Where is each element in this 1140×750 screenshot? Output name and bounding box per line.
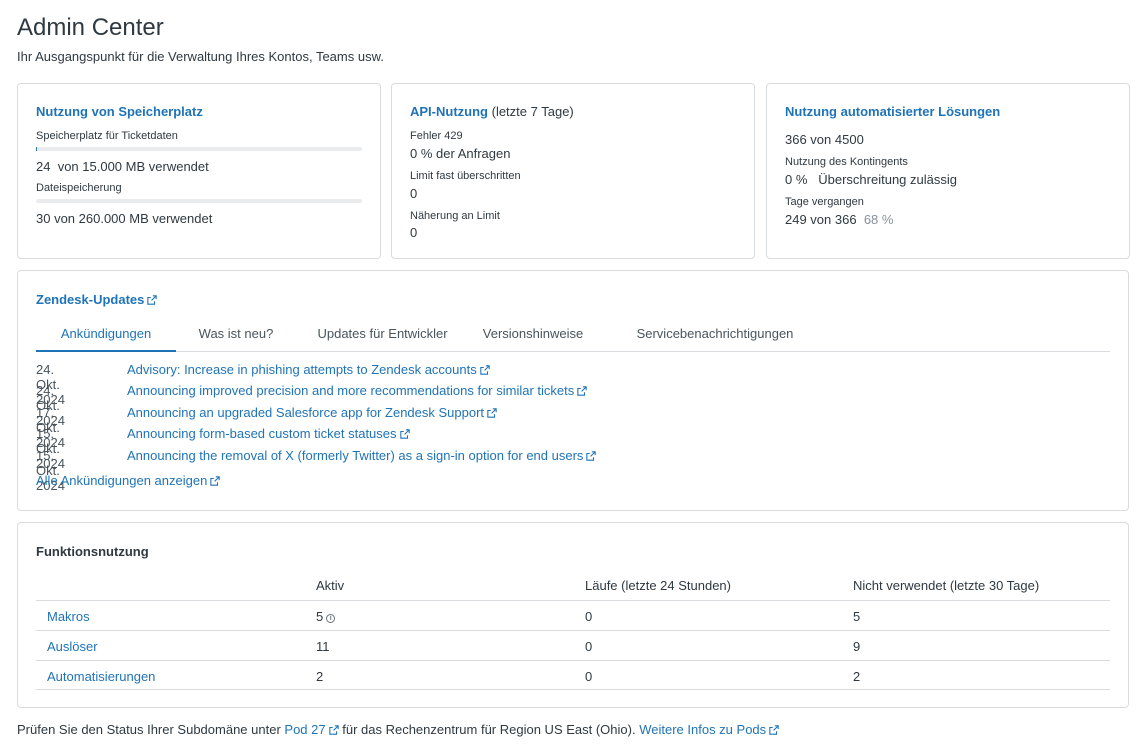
- feature-link-triggers[interactable]: Auslöser: [47, 639, 98, 654]
- table-row: Automatisierungen 2 0 2: [36, 660, 1110, 690]
- runs-count: 0: [585, 639, 593, 654]
- api-usage-period: (letzte 7 Tage): [491, 104, 574, 119]
- days-elapsed-count: 249 von 366: [785, 212, 857, 227]
- unused-count: 5: [853, 609, 861, 624]
- all-announcements-link[interactable]: Alle Ankündigungen anzeigen: [36, 473, 220, 488]
- external-link-icon: [329, 725, 339, 735]
- days-elapsed-value: 249 von 366 68 %: [785, 212, 893, 227]
- announcement-link[interactable]: Advisory: Increase in phishing attempts …: [127, 362, 490, 377]
- automation-count: 366 von 4500: [785, 132, 864, 147]
- unused-count: 2: [853, 669, 861, 684]
- announcement-title: Announcing improved precision and more r…: [127, 383, 575, 398]
- error-429-label: Fehler 429: [410, 130, 463, 142]
- ticket-storage-bar: [36, 147, 362, 151]
- near-limit-value: 0: [410, 225, 418, 240]
- tab-release-notes[interactable]: Versionshinweise: [473, 326, 593, 352]
- feature-link-automations[interactable]: Automatisierungen: [47, 669, 155, 684]
- ticket-storage-label: Speicherplatz für Ticketdaten: [36, 130, 178, 142]
- feature-link-macros[interactable]: Makros: [47, 609, 90, 624]
- ticket-storage-bar-fill: [36, 147, 37, 151]
- updates-tablist: Ankündigungen Was ist neu? Updates für E…: [36, 326, 1110, 352]
- near-limit-label: Näherung an Limit: [410, 210, 500, 222]
- announcement-link[interactable]: Announcing improved precision and more r…: [127, 383, 587, 398]
- announcement-link[interactable]: Announcing an upgraded Salesforce app fo…: [127, 405, 497, 420]
- tab-announcements[interactable]: Ankündigungen: [36, 326, 176, 352]
- quota-label: Nutzung des Kontingents: [785, 156, 908, 168]
- all-announcements-label: Alle Ankündigungen anzeigen: [36, 473, 208, 488]
- api-usage-card: API-Nutzung (letzte 7 Tage) Fehler 429 0…: [391, 83, 755, 259]
- file-storage-value: 30 von 260.000 MB verwendet: [36, 211, 213, 226]
- feature-usage-card: Funktionsnutzung Aktiv Läufe (letzte 24 …: [17, 522, 1129, 708]
- pods-info-link-label: Weitere Infos zu Pods: [639, 722, 767, 737]
- file-storage-bar: [36, 199, 362, 203]
- tab-service-notifications[interactable]: Servicebenachrichtigungen: [628, 326, 802, 352]
- tab-whats-new[interactable]: Was ist neu?: [176, 326, 296, 352]
- quota-overage-text: Überschreitung zulässig: [818, 172, 957, 187]
- ticket-storage-value: 24 von 15.000 MB verwendet: [36, 159, 209, 174]
- storage-usage-link[interactable]: Nutzung von Speicherplatz: [36, 104, 203, 119]
- automation-usage-link[interactable]: Nutzung automatisierter Lösungen: [785, 104, 1000, 119]
- unused-count: 9: [853, 639, 861, 654]
- external-link-icon: [586, 451, 596, 461]
- external-link-icon: [147, 295, 157, 305]
- quota-percent: 0 %: [785, 172, 808, 187]
- column-header-runs: Läufe (letzte 24 Stunden): [585, 578, 731, 593]
- footer-middle: für das Rechenzentrum für Region US East…: [342, 722, 636, 737]
- announcement-link[interactable]: Announcing the removal of X (formerly Tw…: [127, 448, 596, 463]
- error-429-value: 0 % der Anfragen: [410, 146, 511, 161]
- runs-count: 0: [585, 609, 593, 624]
- quota-value: 0 % Überschreitung zulässig: [785, 172, 957, 187]
- api-usage-link[interactable]: API-Nutzung: [410, 104, 488, 119]
- external-link-icon: [769, 725, 779, 735]
- external-link-icon: [487, 408, 497, 418]
- active-count: 5i: [316, 609, 336, 624]
- api-usage-heading: API-Nutzung (letzte 7 Tage): [410, 104, 574, 119]
- external-link-icon: [210, 476, 220, 486]
- announcement-title: Announcing form-based custom ticket stat…: [127, 426, 397, 441]
- ticket-storage-text: von 15.000 MB verwendet: [57, 159, 209, 174]
- announcement-title: Advisory: Increase in phishing attempts …: [127, 362, 477, 377]
- footer-prefix: Prüfen Sie den Status Ihrer Subdomäne un…: [17, 722, 281, 737]
- pod-link-label: Pod 27: [284, 722, 326, 737]
- pods-info-link[interactable]: Weitere Infos zu Pods: [639, 722, 779, 737]
- announcement-title: Announcing the removal of X (formerly Tw…: [127, 448, 584, 463]
- automation-usage-card: Nutzung automatisierter Lösungen 366 von…: [766, 83, 1130, 259]
- days-elapsed-label: Tage vergangen: [785, 196, 864, 208]
- days-elapsed-percent: 68 %: [863, 212, 894, 227]
- zendesk-updates-link[interactable]: Zendesk-Updates: [36, 292, 157, 307]
- external-link-icon: [577, 386, 587, 396]
- table-row: Auslöser 11 0 9: [36, 630, 1110, 660]
- feature-usage-title: Funktionsnutzung: [36, 544, 149, 559]
- limit-exceeded-value: 0: [410, 186, 418, 201]
- column-header-unused: Nicht verwendet (letzte 30 Tage): [853, 578, 1040, 593]
- page-title: Admin Center: [17, 14, 164, 41]
- tab-developer-updates[interactable]: Updates für Entwickler: [306, 326, 459, 352]
- external-link-icon: [400, 429, 410, 439]
- limit-exceeded-label: Limit fast überschritten: [410, 170, 521, 182]
- announcement-title: Announcing an upgraded Salesforce app fo…: [127, 405, 485, 420]
- zendesk-updates-title: Zendesk-Updates: [36, 292, 145, 307]
- info-icon[interactable]: i: [326, 614, 336, 623]
- pod-link[interactable]: Pod 27: [284, 722, 338, 737]
- active-count: 2: [316, 669, 324, 684]
- pod-status-footer: Prüfen Sie den Status Ihrer Subdomäne un…: [17, 722, 779, 737]
- column-header-active: Aktiv: [316, 578, 345, 593]
- ticket-storage-used: 24: [36, 159, 51, 174]
- storage-usage-card: Nutzung von Speicherplatz Speicherplatz …: [17, 83, 381, 259]
- active-count-value: 5: [316, 609, 324, 624]
- zendesk-updates-card: Zendesk-Updates Ankündigungen Was ist ne…: [17, 270, 1129, 511]
- page-subtitle: Ihr Ausgangspunkt für die Verwaltung Ihr…: [17, 49, 384, 64]
- external-link-icon: [480, 365, 490, 375]
- runs-count: 0: [585, 669, 593, 684]
- file-storage-label: Dateispeicherung: [36, 182, 122, 194]
- announcement-link[interactable]: Announcing form-based custom ticket stat…: [127, 426, 410, 441]
- table-row: Makros 5i 0 5: [36, 600, 1110, 630]
- active-count: 11: [316, 639, 330, 654]
